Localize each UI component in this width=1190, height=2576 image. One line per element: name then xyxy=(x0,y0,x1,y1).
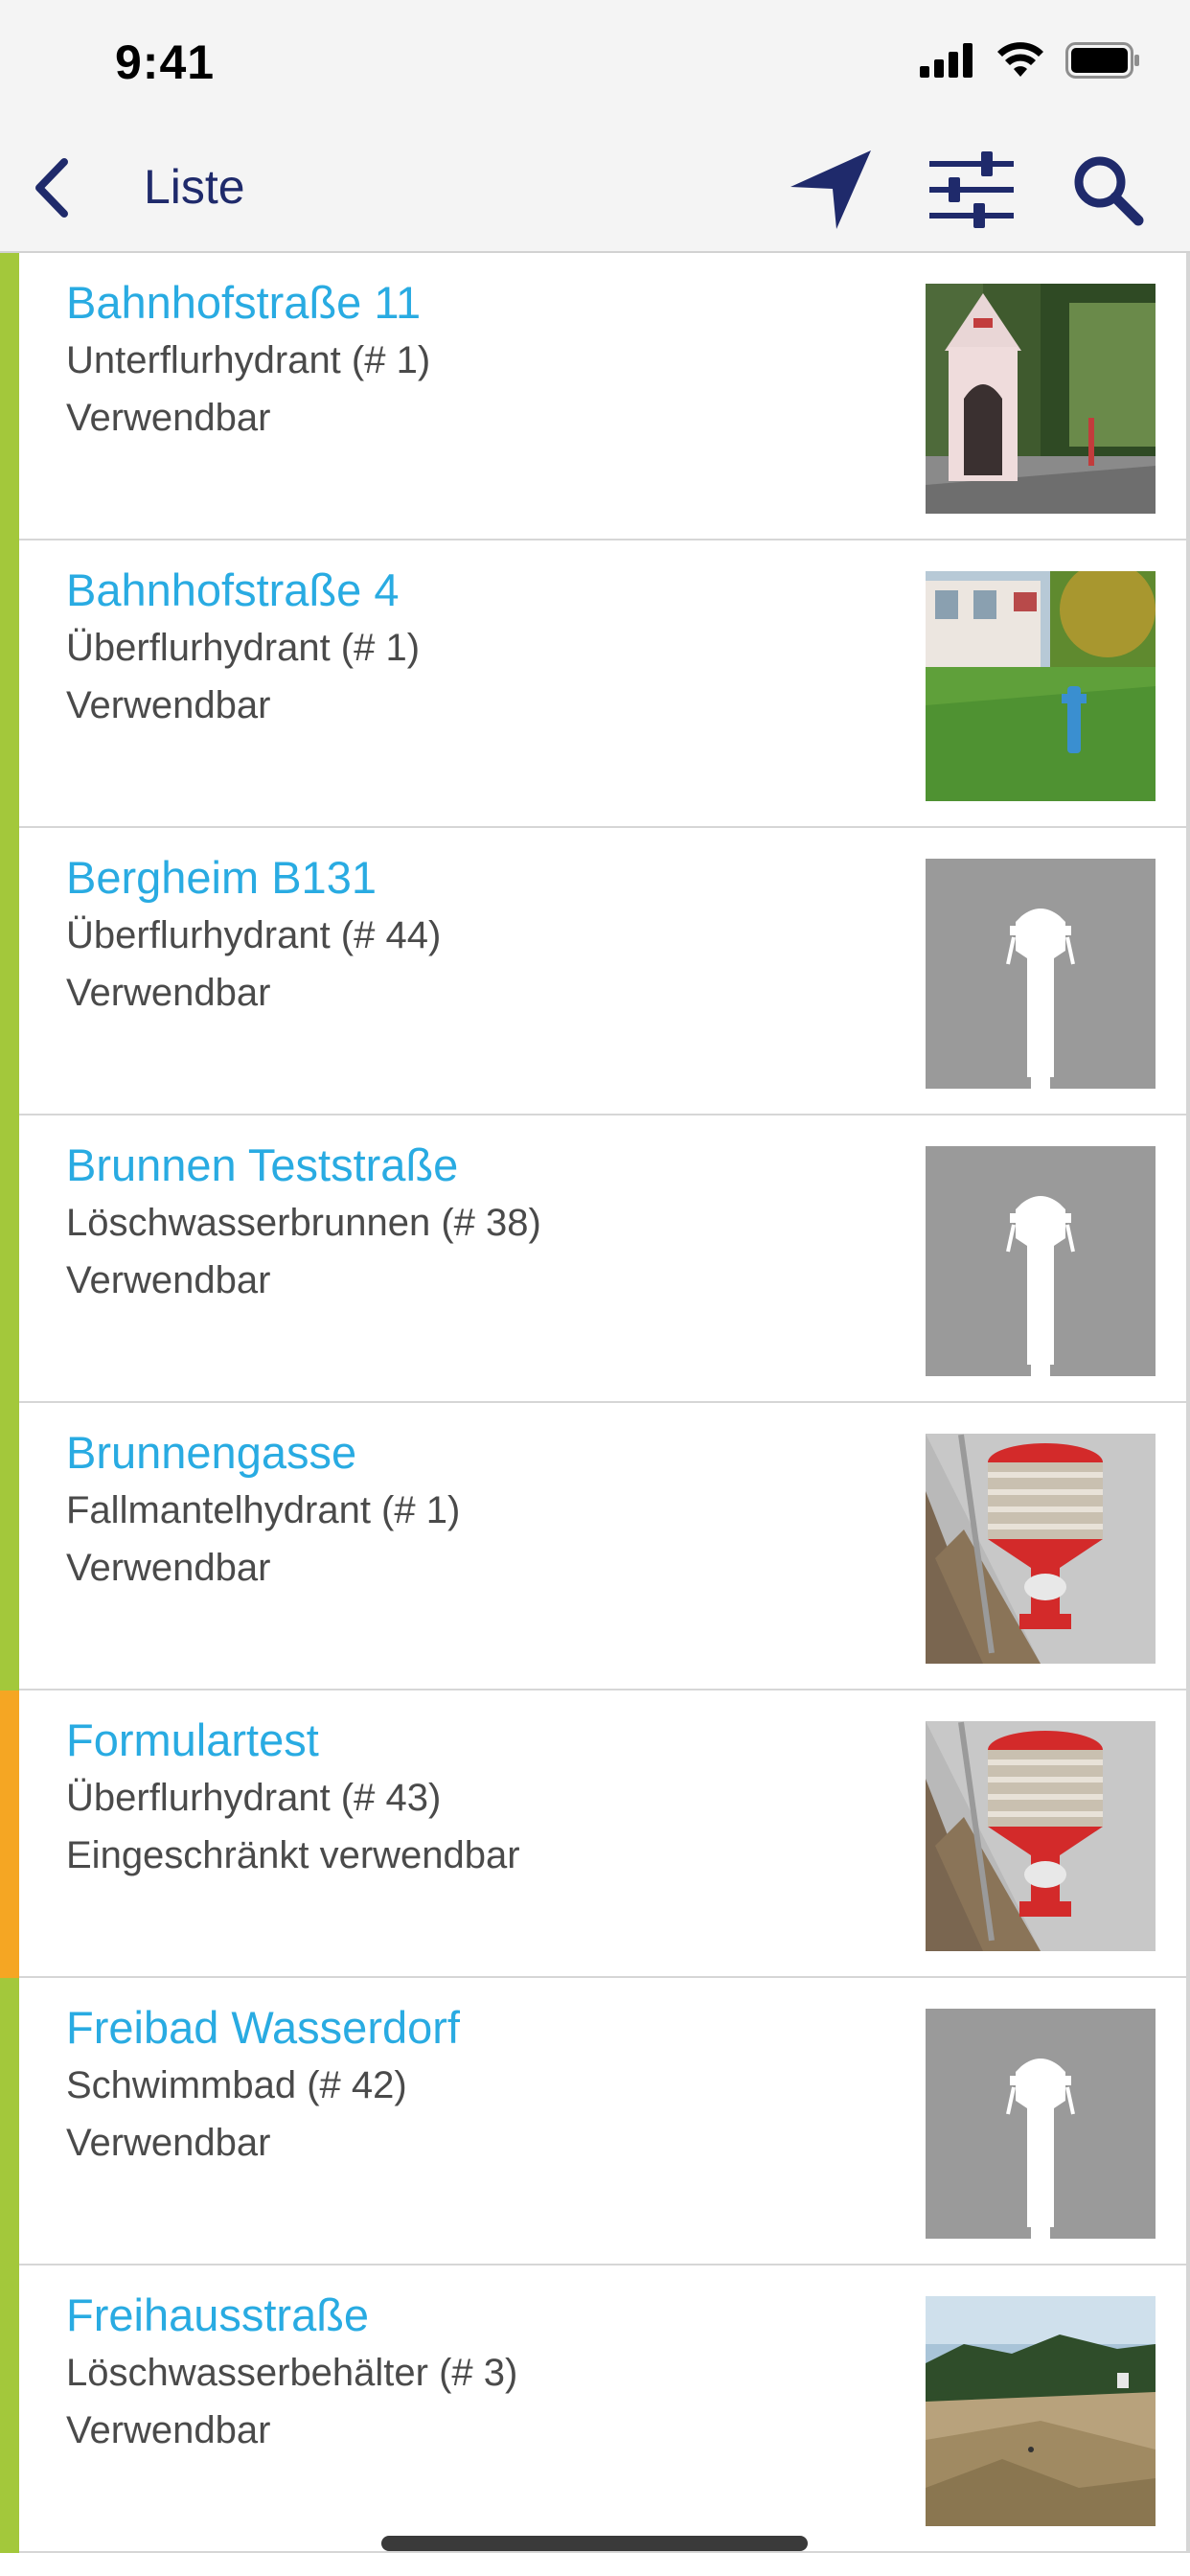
page-title: Liste xyxy=(144,160,245,214)
item-title: Bergheim B131 xyxy=(66,852,377,903)
item-title: Freibad Wasserdorf xyxy=(66,2002,460,2053)
list-item[interactable]: Bergheim B131 Überflurhydrant (# 44) Ver… xyxy=(0,828,1190,1116)
item-type: Überflurhydrant (# 43) xyxy=(66,1777,442,1819)
list-item[interactable]: Freibad Wasserdorf Schwimmbad (# 42) Ver… xyxy=(0,1978,1190,2266)
construction-site-photo-image xyxy=(926,2296,1156,2526)
home-indicator[interactable] xyxy=(381,2536,808,2551)
status-indicator xyxy=(0,253,19,540)
item-status: Verwendbar xyxy=(66,397,271,439)
hydrant-list: Bahnhofstraße 11 Unterflurhydrant (# 1) … xyxy=(0,253,1190,2576)
item-type: Schwimmbad (# 42) xyxy=(66,2064,407,2106)
cellular-signal-icon xyxy=(920,43,973,78)
item-status: Verwendbar xyxy=(66,1259,271,1301)
status-indicator xyxy=(0,1690,19,1978)
status-indicator xyxy=(0,1403,19,1690)
list-item[interactable]: Freihausstraße Löschwasserbehälter (# 3)… xyxy=(0,2266,1190,2553)
hydrant-placeholder-icon xyxy=(926,1146,1156,1376)
list-item[interactable]: Brunnen Teststraße Löschwasserbrunnen (#… xyxy=(0,1116,1190,1403)
item-status: Verwendbar xyxy=(66,684,271,726)
hydrant-placeholder-icon xyxy=(926,2009,1156,2239)
status-icons xyxy=(920,42,1142,79)
item-status: Eingeschränkt verwendbar xyxy=(66,1834,520,1876)
item-thumbnail xyxy=(926,859,1156,1089)
status-bar: 9:41 xyxy=(0,0,1190,125)
filter-button[interactable] xyxy=(924,144,1019,236)
battery-icon xyxy=(1065,42,1139,79)
item-status: Verwendbar xyxy=(66,972,271,1014)
navigation-bar: Liste xyxy=(0,125,1190,253)
item-thumbnail xyxy=(926,1146,1156,1376)
item-thumbnail xyxy=(926,571,1156,801)
item-type: Überflurhydrant (# 44) xyxy=(66,914,442,956)
red-hydrant-photo-image xyxy=(926,1434,1156,1664)
item-title: Bahnhofstraße 11 xyxy=(66,277,422,328)
chevron-left-icon xyxy=(35,158,68,218)
item-thumbnail xyxy=(926,2296,1156,2526)
item-thumbnail xyxy=(926,2009,1156,2239)
search-button[interactable] xyxy=(1062,144,1157,236)
sliders-icon xyxy=(929,151,1014,228)
item-type: Fallmantelhydrant (# 1) xyxy=(66,1489,461,1531)
item-type: Löschwasserbehälter (# 3) xyxy=(66,2352,518,2394)
status-indicator xyxy=(0,1116,19,1403)
item-thumbnail xyxy=(926,1434,1156,1664)
item-title: Brunnengasse xyxy=(66,1427,357,1478)
wifi-icon xyxy=(997,42,1043,77)
lawn-hydrant-photo-image xyxy=(926,571,1156,801)
item-type: Unterflurhydrant (# 1) xyxy=(66,339,431,381)
status-indicator xyxy=(0,540,19,828)
item-thumbnail xyxy=(926,1721,1156,1951)
status-indicator xyxy=(0,1978,19,2266)
status-indicator xyxy=(0,828,19,1116)
status-time: 9:41 xyxy=(115,35,216,89)
status-indicator xyxy=(0,2266,19,2553)
item-thumbnail xyxy=(926,284,1156,514)
list-item[interactable]: Bahnhofstraße 11 Unterflurhydrant (# 1) … xyxy=(0,253,1190,540)
hydrant-placeholder-icon xyxy=(926,859,1156,1089)
list-item[interactable]: Formulartest Überflurhydrant (# 43) Eing… xyxy=(0,1690,1190,1978)
red-hydrant-photo-image xyxy=(926,1721,1156,1951)
item-type: Löschwasserbrunnen (# 38) xyxy=(66,1202,541,1244)
item-type: Überflurhydrant (# 1) xyxy=(66,627,421,669)
item-title: Brunnen Teststraße xyxy=(66,1139,459,1190)
location-arrow-icon xyxy=(790,150,871,229)
item-status: Verwendbar xyxy=(66,1547,271,1589)
chapel-photo-image xyxy=(926,284,1156,514)
list-item[interactable]: Bahnhofstraße 4 Überflurhydrant (# 1) Ve… xyxy=(0,540,1190,828)
list-item[interactable]: Brunnengasse Fallmantelhydrant (# 1) Ver… xyxy=(0,1403,1190,1690)
item-status: Verwendbar xyxy=(66,2122,271,2164)
search-icon xyxy=(1074,156,1144,226)
location-button[interactable] xyxy=(782,144,878,236)
back-button[interactable] xyxy=(17,151,84,224)
item-title: Freihausstraße xyxy=(66,2289,370,2340)
item-status: Verwendbar xyxy=(66,2409,271,2451)
item-title: Formulartest xyxy=(66,1714,319,1765)
item-title: Bahnhofstraße 4 xyxy=(66,564,400,615)
